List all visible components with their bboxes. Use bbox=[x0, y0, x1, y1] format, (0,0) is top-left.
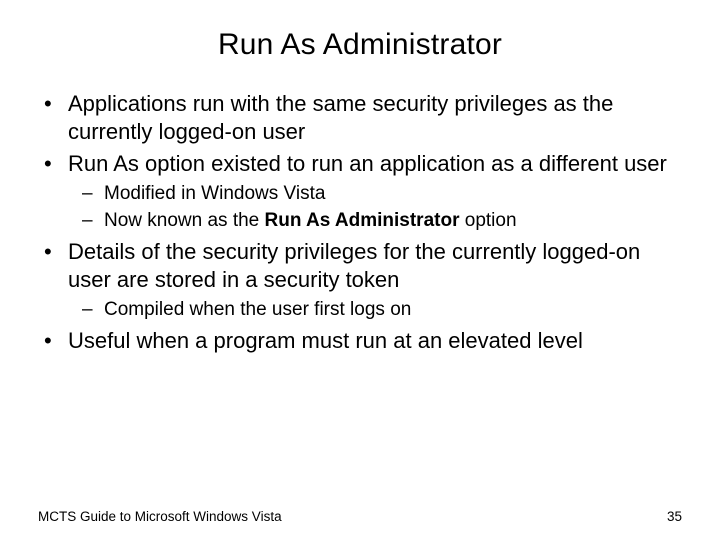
slide-footer: MCTS Guide to Microsoft Windows Vista 35 bbox=[38, 509, 682, 524]
sub-bullet-text-post: option bbox=[459, 210, 516, 231]
slide: Run As Administrator Applications run wi… bbox=[0, 0, 720, 540]
slide-content: Applications run with the same security … bbox=[38, 90, 682, 540]
bullet-item: Run As option existed to run an applicat… bbox=[38, 150, 682, 234]
footer-source: MCTS Guide to Microsoft Windows Vista bbox=[38, 509, 282, 524]
bullet-text: Details of the security privileges for t… bbox=[68, 239, 640, 292]
sub-bullet-list: Modified in Windows Vista Now known as t… bbox=[68, 182, 682, 233]
sub-bullet-list: Compiled when the user first logs on bbox=[68, 298, 682, 323]
bullet-list: Applications run with the same security … bbox=[38, 90, 682, 355]
sub-bullet-text-bold: Run As Administrator bbox=[265, 210, 460, 231]
bullet-item: Applications run with the same security … bbox=[38, 90, 682, 146]
sub-bullet-item: Now known as the Run As Administrator op… bbox=[68, 209, 682, 234]
sub-bullet-item: Compiled when the user first logs on bbox=[68, 298, 682, 323]
slide-title: Run As Administrator bbox=[38, 28, 682, 62]
sub-bullet-item: Modified in Windows Vista bbox=[68, 182, 682, 207]
bullet-text: Run As option existed to run an applicat… bbox=[68, 151, 667, 176]
bullet-item: Useful when a program must run at an ele… bbox=[38, 327, 682, 355]
sub-bullet-text-pre: Now known as the bbox=[104, 210, 265, 231]
footer-page-number: 35 bbox=[667, 509, 682, 524]
bullet-item: Details of the security privileges for t… bbox=[38, 238, 682, 323]
